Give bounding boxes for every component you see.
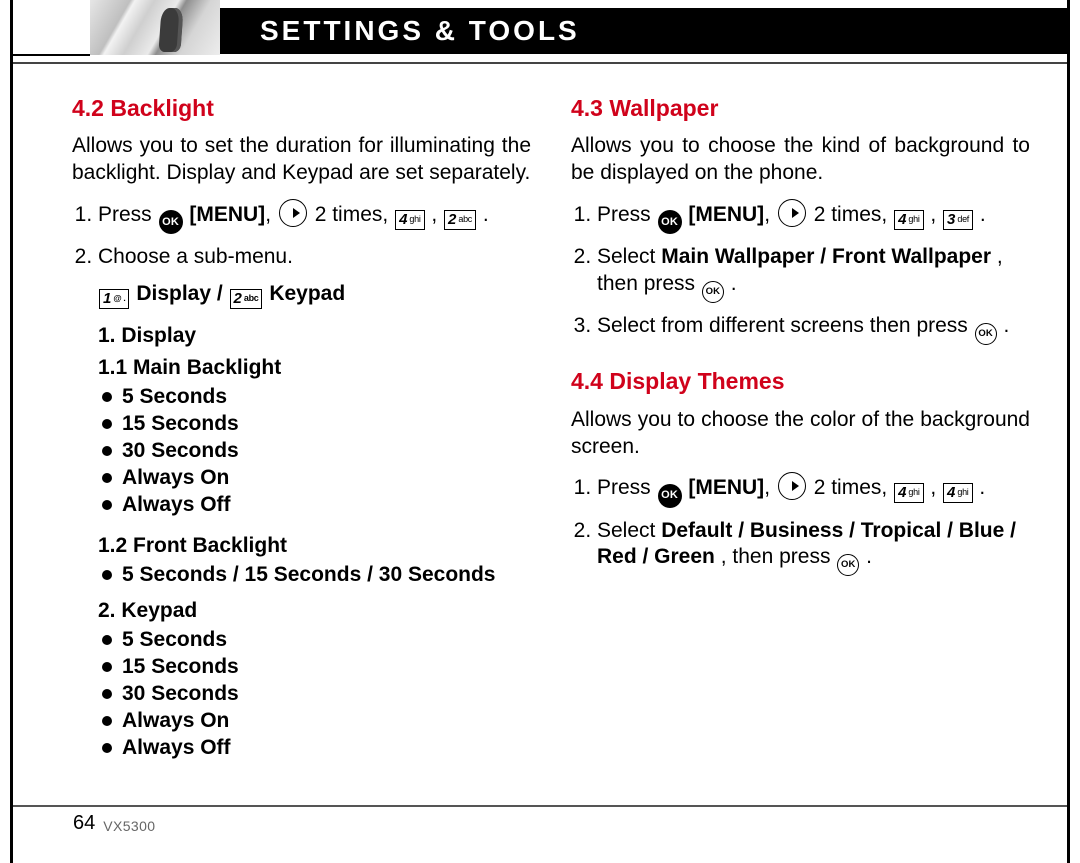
- step-text: , then press: [721, 545, 837, 568]
- model-label: VX5300: [103, 818, 155, 834]
- wallpaper-steps: Press OK [MENU], 2 times, 4ghi , 3def . …: [571, 199, 1030, 345]
- wallpaper-step-3: Select from different screens then press…: [597, 313, 1030, 345]
- keypad-4-icon: 4ghi: [894, 210, 923, 230]
- front-backlight-options: 5 Seconds / 15 Seconds / 30 Seconds: [98, 562, 531, 589]
- opt: Always On: [98, 465, 531, 492]
- keypad-2-icon: 2abc: [444, 210, 476, 230]
- header-photo: [90, 0, 220, 55]
- keypad-4-icon: 4ghi: [943, 483, 972, 503]
- ok-icon: OK: [837, 554, 859, 576]
- keypad-options: 5 Seconds 15 Seconds 30 Seconds Always O…: [98, 627, 531, 761]
- step-text: Press: [98, 203, 158, 226]
- step-text: Select from different screens then press: [597, 314, 974, 337]
- nav-right-icon: [778, 472, 806, 500]
- backlight-step-1: Press OK [MENU], 2 times, 4ghi , 2abc .: [98, 199, 531, 234]
- keypad-4-icon: 4ghi: [894, 483, 923, 503]
- opt: 30 Seconds: [98, 681, 531, 708]
- ok-icon: OK: [159, 210, 183, 234]
- section-head-wallpaper: 4.3 Wallpaper: [571, 94, 1030, 123]
- display-head: 1. Display: [98, 323, 531, 350]
- front-backlight-head: 1.2 Front Backlight: [98, 533, 531, 560]
- opt: 5 Seconds: [98, 384, 531, 411]
- opt: Always Off: [98, 735, 531, 762]
- submenu-choices: 1@ . Display / 2abc Keypad: [98, 281, 531, 309]
- keypad-1-icon: 1@ .: [99, 289, 129, 309]
- menu-label: [MENU]: [688, 476, 764, 499]
- backlight-step-2: Choose a sub-menu.: [98, 244, 531, 271]
- step-text: Press: [597, 203, 657, 226]
- ok-icon: OK: [702, 281, 724, 303]
- ok-icon: OK: [658, 484, 682, 508]
- opt: Always On: [98, 708, 531, 735]
- page-title-bar: SETTINGS & TOOLS: [220, 8, 1067, 54]
- step-text: Select: [597, 519, 661, 542]
- keypad-3-icon: 3def: [943, 210, 973, 230]
- step-text: 2 times,: [814, 476, 893, 499]
- submenu-text: Display /: [136, 282, 228, 305]
- opt: 5 Seconds: [98, 627, 531, 654]
- menu-label: [MENU]: [189, 203, 265, 226]
- step-text: Select: [597, 245, 661, 268]
- step-text: 2 times,: [315, 203, 394, 226]
- keypad-4-icon: 4ghi: [395, 210, 424, 230]
- right-column: 4.3 Wallpaper Allows you to choose the k…: [571, 88, 1030, 783]
- page-title: SETTINGS & TOOLS: [260, 15, 580, 47]
- page-number: 64: [73, 812, 95, 835]
- footer: 64 VX5300: [13, 805, 1067, 835]
- page-frame-right: [1067, 0, 1070, 863]
- menu-label: [MENU]: [688, 203, 764, 226]
- page-frame-left: [10, 0, 13, 863]
- main-backlight-head: 1.1 Main Backlight: [98, 355, 531, 382]
- header-rule: [13, 62, 1067, 64]
- nav-right-icon: [778, 199, 806, 227]
- step-bold: Main Wallpaper / Front Wallpaper: [661, 245, 991, 268]
- submenu-text: Keypad: [269, 282, 345, 305]
- header-rule-short: [13, 54, 90, 56]
- display-sublist: 1. Display 1.1 Main Backlight 5 Seconds …: [98, 323, 531, 762]
- wallpaper-step-1: Press OK [MENU], 2 times, 4ghi , 3def .: [597, 199, 1030, 234]
- step-text: 2 times,: [814, 203, 893, 226]
- wallpaper-step-2: Select Main Wallpaper / Front Wallpaper …: [597, 244, 1030, 303]
- ok-icon: OK: [975, 323, 997, 345]
- ok-icon: OK: [658, 210, 682, 234]
- themes-step-1: Press OK [MENU], 2 times, 4ghi , 4ghi .: [597, 472, 1030, 507]
- themes-steps: Press OK [MENU], 2 times, 4ghi , 4ghi . …: [571, 472, 1030, 576]
- opt: 15 Seconds: [98, 654, 531, 681]
- opt: Always Off: [98, 492, 531, 519]
- opt: 5 Seconds / 15 Seconds / 30 Seconds: [98, 562, 531, 589]
- header: SETTINGS & TOOLS: [0, 0, 1080, 68]
- section-head-themes: 4.4 Display Themes: [571, 367, 1030, 396]
- backlight-intro: Allows you to set the duration for illum…: [72, 133, 531, 187]
- wallpaper-intro: Allows you to choose the kind of backgro…: [571, 133, 1030, 187]
- opt: 15 Seconds: [98, 411, 531, 438]
- themes-intro: Allows you to choose the color of the ba…: [571, 407, 1030, 461]
- keypad-2-icon: 2abc: [230, 289, 263, 309]
- themes-step-2: Select Default / Business / Tropical / B…: [597, 518, 1030, 577]
- section-head-backlight: 4.2 Backlight: [72, 94, 531, 123]
- keypad-head: 2. Keypad: [98, 598, 531, 625]
- left-column: 4.2 Backlight Allows you to set the dura…: [72, 88, 531, 783]
- backlight-steps: Press OK [MENU], 2 times, 4ghi , 2abc . …: [72, 199, 531, 271]
- nav-right-icon: [279, 199, 307, 227]
- content-columns: 4.2 Backlight Allows you to set the dura…: [72, 88, 1030, 783]
- step-text: Press: [597, 476, 657, 499]
- main-backlight-options: 5 Seconds 15 Seconds 30 Seconds Always O…: [98, 384, 531, 518]
- opt: 30 Seconds: [98, 438, 531, 465]
